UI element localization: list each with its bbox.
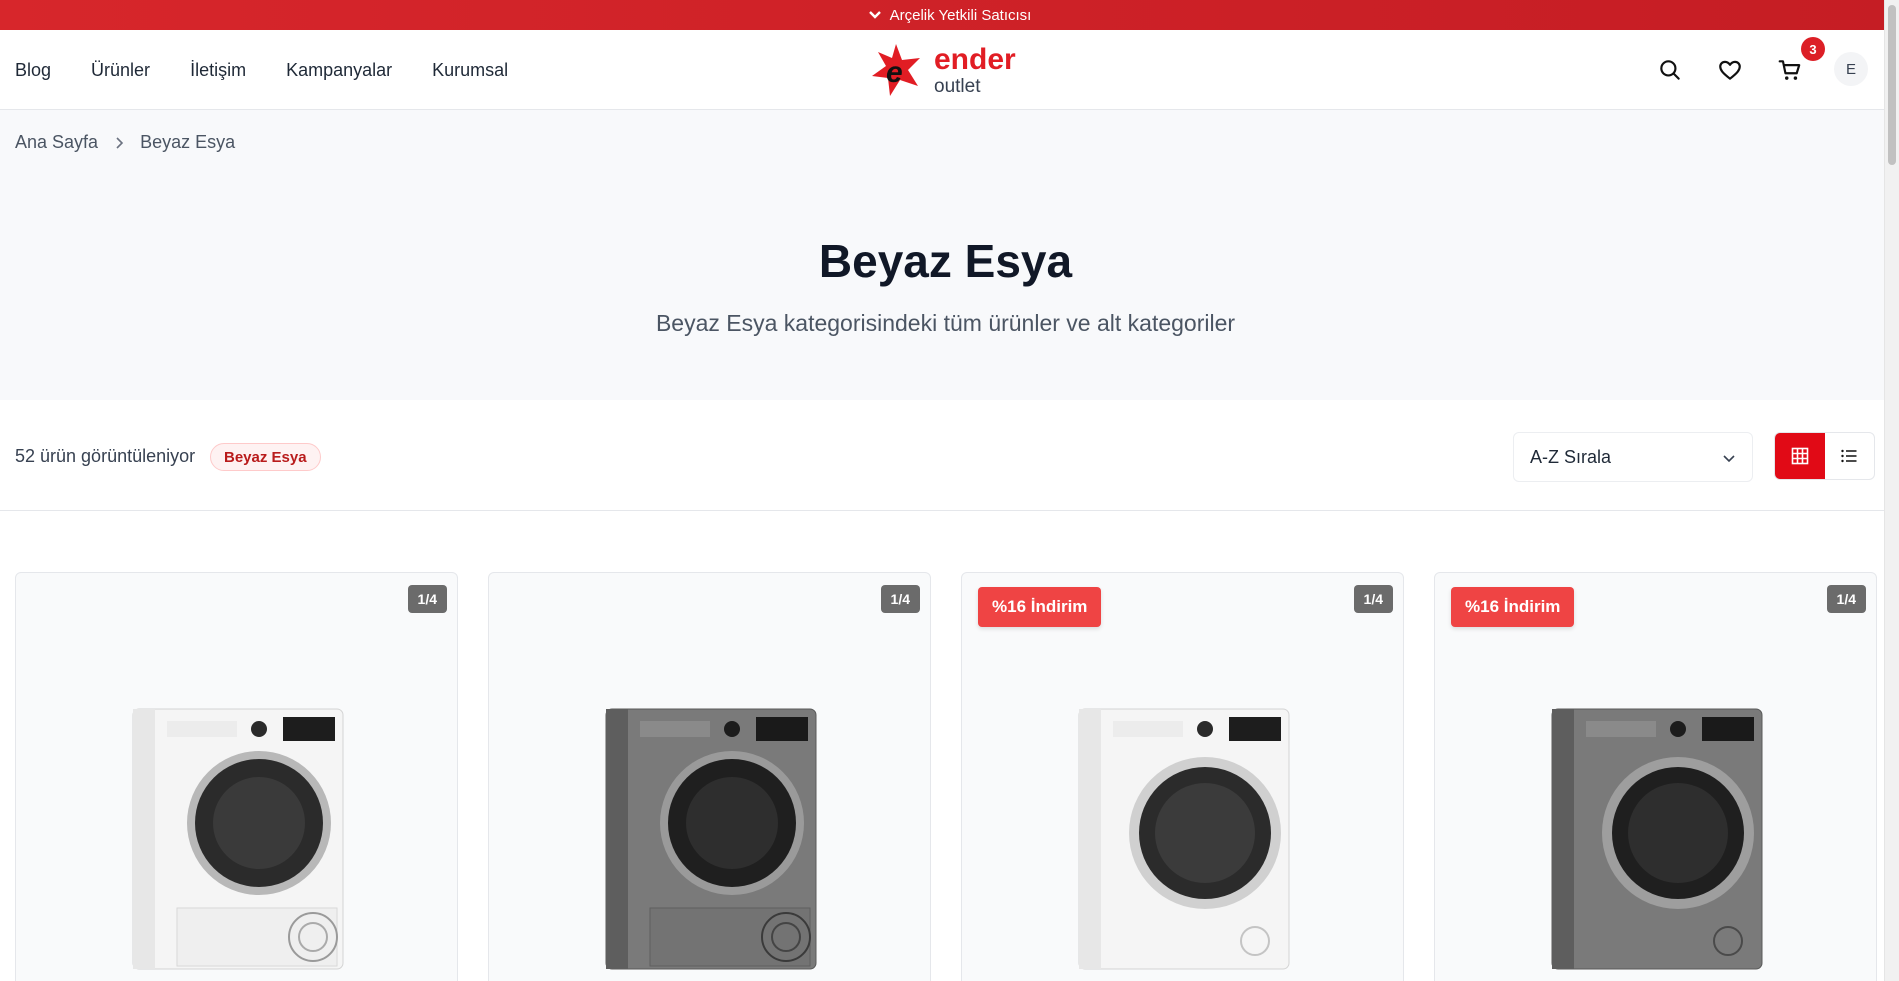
product-card[interactable]: %16 İndirim 1/4	[1434, 572, 1877, 981]
sort-select-value: A-Z Sırala	[1530, 446, 1612, 467]
nav-contact[interactable]: İletişim	[190, 60, 246, 81]
image-counter: 1/4	[407, 585, 447, 613]
site-header: Blog Ürünler İletişim Kampanyalar Kurums…	[0, 30, 1899, 110]
view-toggle	[1774, 432, 1875, 480]
svg-text:e: e	[886, 56, 903, 89]
chevron-right-icon	[116, 136, 124, 149]
image-counter: 1/4	[1826, 585, 1866, 613]
discount-badge: %16 İndirim	[1451, 587, 1575, 627]
main-nav: Blog Ürünler İletişim Kampanyalar Kurums…	[15, 30, 548, 110]
nav-blog[interactable]: Blog	[15, 60, 51, 81]
discount-badge: %16 İndirim	[978, 587, 1102, 627]
grid-view-button[interactable]	[1775, 433, 1825, 479]
logo-line-2: outlet	[934, 75, 981, 97]
breadcrumb-current: Beyaz Esya	[140, 132, 236, 152]
site-logo[interactable]: e ender outlet	[868, 40, 1038, 100]
logo-text: ender outlet	[934, 42, 1016, 97]
nav-products[interactable]: Ürünler	[91, 60, 150, 81]
logo-line-1: ender	[934, 42, 1016, 76]
nav-corporate[interactable]: Kurumsal	[432, 60, 508, 81]
active-filter-chip[interactable]: Beyaz Esya	[210, 443, 321, 471]
washer-white-image	[1078, 708, 1290, 970]
cart-count-badge: 3	[1801, 37, 1825, 61]
page-title: Beyaz Esya	[818, 235, 1073, 287]
product-card[interactable]: %16 İndirim 1/4	[961, 572, 1404, 981]
nav-campaigns[interactable]: Kampanyalar	[286, 60, 392, 81]
chevron-down-icon	[1723, 455, 1735, 463]
heart-icon[interactable]	[1717, 57, 1743, 83]
breadcrumb: Ana Sayfa Beyaz Esya	[15, 132, 235, 153]
logo-mark-icon: e	[872, 44, 920, 96]
list-view-button[interactable]	[1825, 433, 1875, 479]
product-card[interactable]: 1/4	[15, 572, 458, 981]
sort-select[interactable]: A-Z Sırala	[1513, 432, 1753, 482]
image-counter: 1/4	[1353, 585, 1393, 613]
page-scrollbar[interactable]	[1884, 0, 1899, 981]
dryer-grey-image	[605, 708, 817, 970]
announcement-text: Arçelik Yetkili Satıcısı	[889, 6, 1032, 24]
category-hero: Ana Sayfa Beyaz Esya Beyaz Esya Beyaz Es…	[0, 110, 1884, 400]
breadcrumb-home[interactable]: Ana Sayfa	[15, 132, 98, 153]
product-card[interactable]: 1/4	[488, 572, 931, 981]
washer-grey-image	[1551, 708, 1763, 970]
search-icon[interactable]	[1657, 57, 1683, 83]
image-counter: 1/4	[880, 585, 920, 613]
chevron-down-icon	[868, 11, 881, 19]
user-avatar[interactable]: E	[1834, 52, 1868, 86]
list-icon	[1841, 449, 1857, 463]
grid-icon	[1791, 447, 1809, 465]
page-subtitle: Beyaz Esya kategorisindeki tüm ürünler v…	[655, 310, 1236, 336]
listing-toolbar: 52 ürün görüntüleniyor Beyaz Esya A-Z Sı…	[0, 400, 1884, 511]
cart-icon[interactable]	[1777, 57, 1803, 83]
dryer-white-image	[132, 708, 344, 970]
result-count: 52 ürün görüntüleniyor	[15, 446, 196, 466]
scrollbar-thumb[interactable]	[1888, 5, 1896, 165]
top-announcement-bar: Arçelik Yetkili Satıcısı	[0, 0, 1899, 30]
page: Arçelik Yetkili Satıcısı Blog Ürünler İl…	[0, 0, 1899, 981]
